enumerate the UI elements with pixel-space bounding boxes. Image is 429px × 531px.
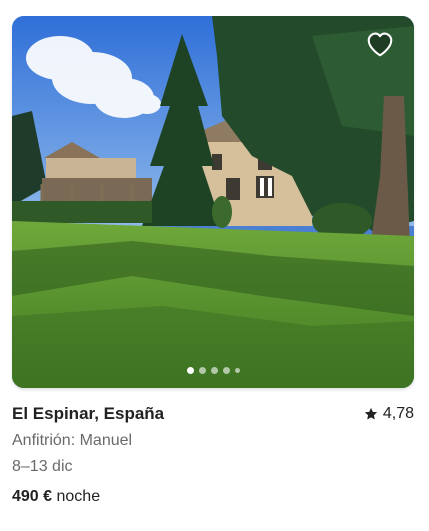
listing-photo[interactable]	[12, 16, 414, 388]
favorite-button[interactable]	[364, 28, 396, 60]
carousel-dot[interactable]	[210, 367, 218, 374]
house-garden-photo	[12, 16, 414, 388]
listing-host: Anfitrión: Manuel	[12, 432, 133, 449]
carousel-dots	[12, 367, 414, 374]
listing-info: El Espinar, España 4,78 Anfitrión: Manue…	[12, 402, 414, 506]
carousel-dot[interactable]	[186, 367, 194, 374]
carousel-dot[interactable]	[234, 368, 240, 373]
listing-price: 490 €	[12, 488, 53, 505]
listing-price-row: 490 € noche	[12, 488, 414, 506]
carousel-dot[interactable]	[198, 367, 206, 374]
price-unit: noche	[56, 488, 101, 505]
rating-value: 4,78	[382, 405, 414, 422]
listing-rating: 4,78	[364, 405, 414, 423]
listing-location: El Espinar, España	[12, 404, 165, 423]
listing-card[interactable]: El Espinar, España 4,78 Anfitrión: Manue…	[0, 0, 429, 531]
heart-outline-icon	[367, 32, 393, 57]
star-icon	[364, 407, 377, 420]
carousel-dot[interactable]	[222, 367, 230, 374]
listing-dates: 8–13 dic	[12, 458, 73, 475]
